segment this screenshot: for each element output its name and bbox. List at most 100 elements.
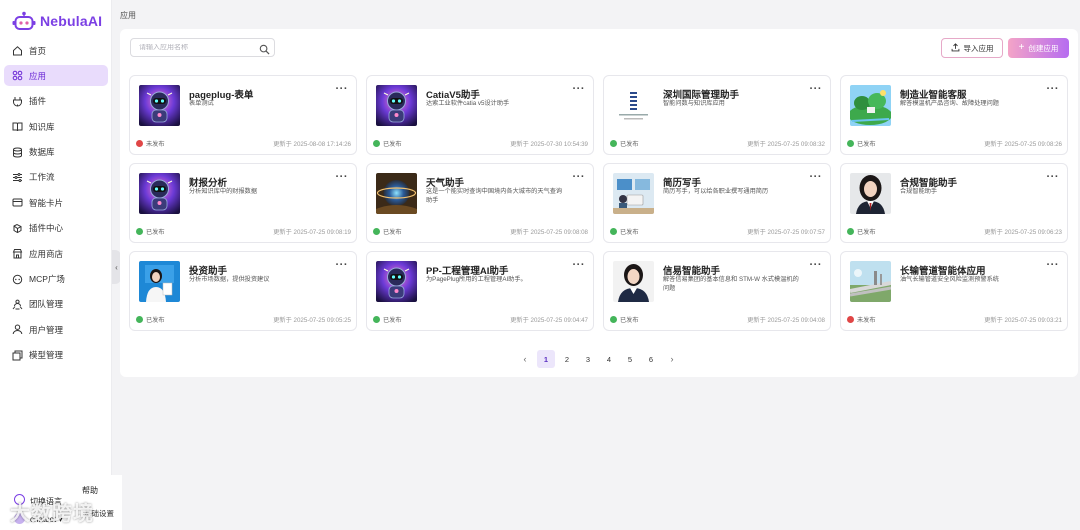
sidebar-item-database[interactable]: 数据库 xyxy=(4,142,108,163)
status-text: 已发布 xyxy=(857,141,876,148)
page-button[interactable]: 3 xyxy=(579,350,597,368)
more-options-icon[interactable]: ··· xyxy=(336,259,349,271)
more-options-icon[interactable]: ··· xyxy=(1047,171,1060,183)
more-options-icon[interactable]: ··· xyxy=(336,171,349,183)
app-card[interactable]: 制造业智能客服 解答模温机产品咨询、故障处理问题 ··· 已发布 更新于 2025-07… xyxy=(840,75,1068,155)
status-text: 已发布 xyxy=(146,229,165,236)
app-description: 油气长输管道安全风险监测预警系统 xyxy=(900,276,999,283)
sidebar-item-plugin-center[interactable]: 插件中心 xyxy=(4,218,108,239)
sidebar-item-card[interactable]: 智能卡片 xyxy=(4,192,108,213)
updated-time: 更新于 2025-07-25 09:04:08 xyxy=(747,317,825,324)
import-app-button[interactable]: 导入应用 xyxy=(941,38,1003,58)
app-description: 这是一个能实时查询中国境内各大城市的天气查询助手 xyxy=(426,188,563,204)
sidebar-item-home[interactable]: 首页 xyxy=(4,40,108,61)
status-text: 未发布 xyxy=(857,317,876,324)
more-options-icon[interactable]: ··· xyxy=(810,259,823,271)
help-link[interactable]: 帮助 xyxy=(82,485,98,496)
app-thumbnail xyxy=(139,85,180,126)
search-icon[interactable] xyxy=(259,42,270,55)
more-options-icon[interactable]: ··· xyxy=(336,83,349,95)
sidebar-item-mcp[interactable]: MCP广场 xyxy=(4,269,108,290)
user-name: chatbot xyxy=(30,515,57,524)
next-page-button[interactable]: › xyxy=(663,350,681,368)
sidebar-item-team[interactable]: 团队管理 xyxy=(4,294,108,315)
status-badge: 未发布 xyxy=(136,139,165,148)
prev-page-button[interactable]: ‹ xyxy=(516,350,534,368)
pagination: ‹ 1 2 3 4 5 6 › xyxy=(516,350,681,368)
app-description: 表单测试 xyxy=(189,100,214,107)
page-button[interactable]: 5 xyxy=(621,350,639,368)
brand-name: NebulaAI xyxy=(40,13,103,29)
sidebar-item-label: 应用商店 xyxy=(29,248,64,259)
sidebar-item-label: 插件 xyxy=(29,96,47,107)
sidebar-item-label: 团队管理 xyxy=(29,299,64,310)
app-thumbnail xyxy=(376,261,417,302)
app-thumbnail xyxy=(139,173,180,214)
sidebar-item-label: 模型管理 xyxy=(29,350,64,361)
sidebar: NebulaAI 首页应用插件知识库数据库工作流智能卡片插件中心应用商店 MCP广… xyxy=(0,0,112,530)
status-text: 已发布 xyxy=(146,317,165,324)
app-description: 简历写手，可以给各职业撰写通用简历 xyxy=(663,188,769,195)
page-button[interactable]: 4 xyxy=(600,350,618,368)
updated-time: 更新于 2025-07-30 10:54:39 xyxy=(510,141,588,148)
app-description: 合规智能助手 xyxy=(900,188,938,195)
app-card[interactable]: 投资助手 分析市场数据，提供投资建议 ··· 已发布 更新于 2025-07-25 09… xyxy=(129,251,357,331)
more-options-icon[interactable]: ··· xyxy=(1047,259,1060,271)
check-circle-icon xyxy=(136,316,143,323)
app-description: 分析知识库中的财报数据 xyxy=(189,188,258,195)
more-options-icon[interactable]: ··· xyxy=(810,171,823,183)
page-button[interactable]: 6 xyxy=(642,350,660,368)
app-card[interactable]: 财报分析 分析知识库中的财报数据 ··· 已发布 更新于 2025-07-25 09:0… xyxy=(129,163,357,243)
sidebar-item-label: 插件中心 xyxy=(29,223,64,234)
app-card[interactable]: 天气助手 这是一个能实时查询中国境内各大城市的天气查询助手 ··· 已发布 更新于 20… xyxy=(366,163,594,243)
avatar[interactable] xyxy=(14,513,25,524)
app-card[interactable]: 深圳国际管理助手 智能问数与知识库应用 ··· 已发布 更新于 2025-07-25 0… xyxy=(603,75,831,155)
language-icon[interactable] xyxy=(14,494,25,505)
updated-time: 更新于 2025-07-25 09:08:26 xyxy=(984,141,1062,148)
status-badge: 已发布 xyxy=(610,139,639,148)
create-app-label: 创建应用 xyxy=(1028,43,1059,53)
sidebar-item-label: 知识库 xyxy=(29,121,55,132)
more-options-icon[interactable]: ··· xyxy=(810,83,823,95)
sidebar-item-book[interactable]: 知识库 xyxy=(4,116,108,137)
check-circle-icon xyxy=(373,228,380,235)
create-app-button[interactable]: + 创建应用 xyxy=(1008,38,1069,58)
more-options-icon[interactable]: ··· xyxy=(573,259,586,271)
updated-time: 更新于 2025-07-25 09:07:57 xyxy=(747,229,825,236)
app-card[interactable]: 简历写手 简历写手，可以给各职业撰写通用简历 ··· 已发布 更新于 2025-07-2… xyxy=(603,163,831,243)
app-card[interactable]: 合规智能助手 合规智能助手 ··· 已发布 更新于 2025-07-25 09:06:2… xyxy=(840,163,1068,243)
status-badge: 已发布 xyxy=(373,315,402,324)
more-options-icon[interactable]: ··· xyxy=(573,171,586,183)
app-card[interactable]: 信易智能助手 解答信易集团的基本信息和 STM-W 水式模温机的问题 ··· 已发布更… xyxy=(603,251,831,331)
app-card[interactable]: 长输管道智能体应用 油气长输管道安全风险监测预警系统 ··· 未发布 更新于 2025-… xyxy=(840,251,1068,331)
plugin-center-icon xyxy=(12,223,23,234)
language-switch[interactable]: 切换语言 xyxy=(30,496,62,507)
search-box xyxy=(130,38,275,57)
sidebar-item-label: 数据库 xyxy=(29,147,55,158)
sidebar-item-plug[interactable]: 插件 xyxy=(4,91,108,112)
app-card[interactable]: pageplug-表单 表单测试 ··· 未发布 更新于 2025-08-08 17:1… xyxy=(129,75,357,155)
page-button[interactable]: 1 xyxy=(537,350,555,368)
app-card[interactable]: CatiaV5助手 达索工业软件catia v5设计助手 ··· 已发布 更新于 202… xyxy=(366,75,594,155)
status-badge: 已发布 xyxy=(610,315,639,324)
stop-circle-icon xyxy=(847,316,854,323)
brand-logo[interactable]: NebulaAI xyxy=(12,10,102,32)
app-description: 达索工业软件catia v5设计助手 xyxy=(426,100,510,107)
sidebar-item-user[interactable]: 用户管理 xyxy=(4,319,108,340)
more-options-icon[interactable]: ··· xyxy=(1047,83,1060,95)
sidebar-item-model[interactable]: 模型管理 xyxy=(4,345,108,366)
check-circle-icon xyxy=(610,316,617,323)
updated-time: 更新于 2025-08-08 17:14:26 xyxy=(273,141,351,148)
sidebar-item-workflow[interactable]: 工作流 xyxy=(4,167,108,188)
more-options-icon[interactable]: ··· xyxy=(573,83,586,95)
user-menu[interactable]: chatbot ▾ xyxy=(30,515,63,524)
sidebar-item-apps[interactable]: 应用 xyxy=(4,65,108,87)
sidebar-item-label: 智能卡片 xyxy=(29,197,64,208)
updated-time: 更新于 2025-07-25 09:05:25 xyxy=(273,317,351,324)
search-input[interactable] xyxy=(139,44,254,51)
sidebar-item-store[interactable]: 应用商店 xyxy=(4,243,108,264)
settings-link[interactable]: 基础设置 xyxy=(84,508,114,519)
sidebar-item-label: MCP广场 xyxy=(29,274,65,285)
app-card[interactable]: PP-工程管理AI助手 为PagePlug所用的工程管理AI助手。 ··· 已发布 更新… xyxy=(366,251,594,331)
page-button[interactable]: 2 xyxy=(558,350,576,368)
